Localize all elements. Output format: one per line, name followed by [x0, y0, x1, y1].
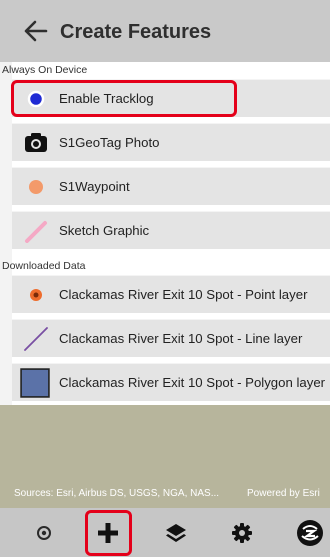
item-label: Clackamas River Exit 10 Spot - Line laye…	[59, 331, 303, 346]
map-attribution: Sources: Esri, Airbus DS, USGS, NGA, NAS…	[14, 488, 220, 499]
orange-dot-icon	[29, 180, 43, 194]
blue-polygon-icon	[20, 368, 50, 398]
layers-icon	[166, 523, 186, 542]
list-item-point-layer[interactable]: Clackamas River Exit 10 Spot - Point lay…	[12, 275, 330, 313]
camera-icon	[25, 133, 47, 152]
gear-icon	[232, 522, 252, 543]
list-item-line-layer[interactable]: Clackamas River Exit 10 Spot - Line laye…	[12, 319, 330, 357]
powered-by-esri[interactable]: Powered by Esri	[247, 488, 320, 499]
settings-button[interactable]	[222, 508, 262, 557]
item-label: S1Waypoint	[59, 179, 130, 194]
item-label: Sketch Graphic	[59, 223, 150, 238]
section-header-downloaded-data: Downloaded Data	[2, 260, 86, 272]
list-item-sketch-graphic[interactable]: Sketch Graphic	[12, 211, 330, 249]
purple-line-icon	[24, 327, 48, 351]
location-button[interactable]	[24, 508, 64, 557]
page-title: Create Features	[60, 21, 212, 43]
enable-tracklog-highlight	[11, 80, 237, 117]
logo-icon	[297, 519, 323, 546]
item-label: S1GeoTag Photo	[59, 135, 160, 150]
orange-point-icon	[30, 289, 42, 301]
location-icon	[37, 525, 51, 540]
bottom-toolbar	[0, 508, 330, 557]
list-item-s1waypoint[interactable]: S1Waypoint	[12, 167, 330, 205]
back-arrow-icon[interactable]	[22, 18, 48, 44]
header-bar: Create Features	[0, 0, 330, 62]
create-features-screen: Create Features Always On Device Enable …	[0, 0, 330, 557]
add-button-highlight	[85, 510, 132, 556]
item-label: Clackamas River Exit 10 Spot - Point lay…	[59, 287, 308, 302]
app-logo-button[interactable]	[290, 508, 330, 557]
list-item-s1geotag-photo[interactable]: S1GeoTag Photo	[12, 123, 330, 161]
section-header-always-on-device: Always On Device	[2, 64, 88, 76]
map-view[interactable]: Sources: Esri, Airbus DS, USGS, NGA, NAS…	[0, 405, 330, 508]
list-item-polygon-layer[interactable]: Clackamas River Exit 10 Spot - Polygon l…	[12, 363, 330, 401]
left-margin	[0, 62, 12, 405]
layers-button[interactable]	[156, 508, 196, 557]
item-label: Clackamas River Exit 10 Spot - Polygon l…	[59, 375, 326, 390]
pink-line-icon	[25, 221, 47, 243]
